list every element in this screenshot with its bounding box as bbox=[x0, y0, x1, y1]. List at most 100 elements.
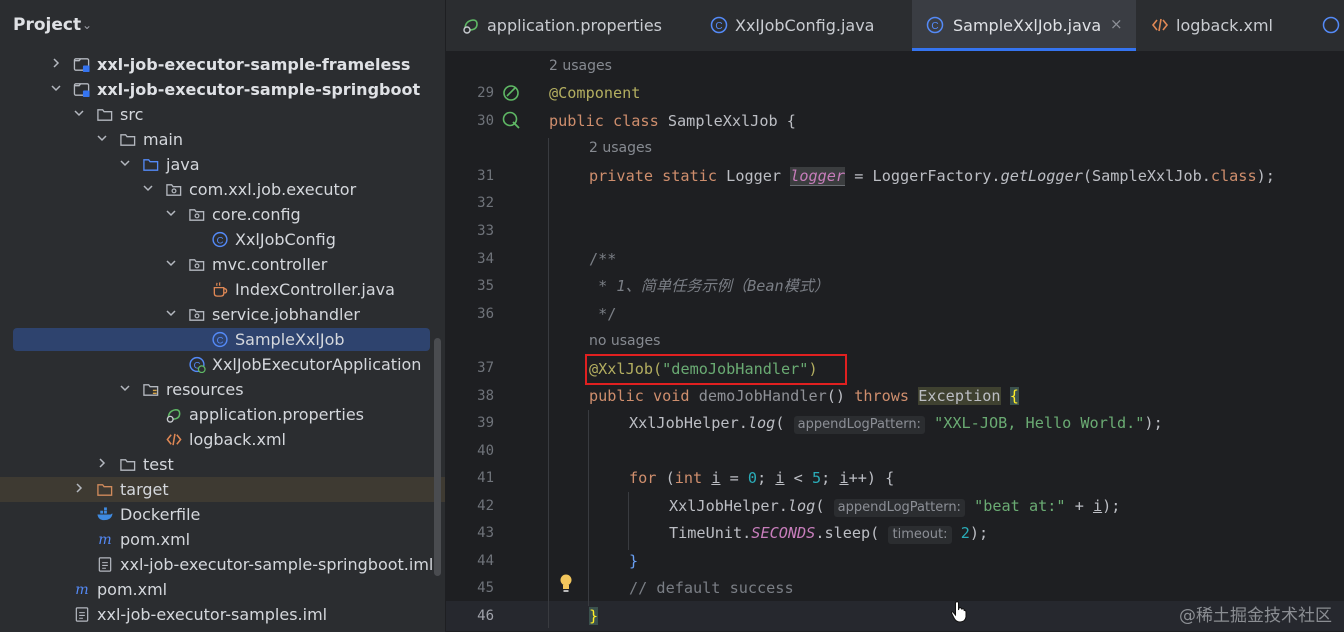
project-title[interactable]: Project bbox=[13, 15, 81, 35]
class-icon: C bbox=[710, 16, 728, 34]
tab-samplexxljob[interactable]: C SampleXxlJob.java × bbox=[912, 0, 1136, 51]
chevron-down-icon[interactable] bbox=[73, 106, 85, 120]
line-number: 30 bbox=[477, 113, 494, 129]
tree-item[interactable]: IndexController.java bbox=[0, 277, 445, 302]
chevron-down-icon[interactable] bbox=[142, 181, 154, 195]
tree-item[interactable]: xxl-job-executor-sample-frameless bbox=[0, 52, 445, 77]
line-number: 41 bbox=[477, 470, 494, 486]
tree-item[interactable]: core.config bbox=[0, 202, 445, 227]
docker-icon bbox=[97, 507, 113, 521]
parameter-hint: appendLogPattern: bbox=[793, 416, 925, 434]
class-icon: C bbox=[212, 331, 228, 348]
spring-bean-gutter-icon[interactable] bbox=[501, 110, 521, 130]
line-number: 31 bbox=[477, 168, 494, 184]
tree-item-label: xxl-job-executor-sample-springboot.iml bbox=[120, 555, 434, 574]
method-token: log bbox=[787, 497, 816, 515]
tab-application-properties[interactable]: application.properties bbox=[446, 0, 696, 51]
tree-item[interactable]: C XxlJobConfig bbox=[0, 227, 445, 252]
tab-xxljobconfig[interactable]: C XxlJobConfig.java bbox=[696, 0, 911, 51]
folder-icon bbox=[97, 109, 113, 121]
tree-item[interactable]: mvc.controller bbox=[0, 252, 445, 277]
code-editor[interactable]: 29 30 31 32 33 34 35 36 37 38 39 40 41 42 43 44 45 46 2 u… bbox=[446, 52, 1344, 632]
close-icon[interactable]: × bbox=[1110, 15, 1123, 33]
chevron-down-icon[interactable]: ⌄ bbox=[82, 18, 92, 32]
tree-item[interactable]: java bbox=[0, 152, 445, 177]
tree-item[interactable]: resources bbox=[0, 377, 445, 402]
usages-hint[interactable]: no usages bbox=[589, 333, 660, 349]
tree-item[interactable]: m pom.xml bbox=[0, 527, 445, 552]
tree-item[interactable]: xxl-job-executor-sample-springboot.iml bbox=[0, 552, 445, 577]
tab-overflow[interactable] bbox=[1318, 0, 1344, 51]
chevron-right-icon[interactable] bbox=[73, 481, 85, 495]
chevron-down-icon[interactable] bbox=[50, 81, 62, 95]
tree-item[interactable]: src bbox=[0, 102, 445, 127]
tree-item[interactable]: application.properties bbox=[0, 402, 445, 427]
tree-item[interactable]: com.xxl.job.executor bbox=[0, 177, 445, 202]
keyword-token: throws bbox=[854, 387, 910, 405]
tree-item[interactable]: xxl-job-executor-sample-springboot bbox=[0, 77, 445, 102]
class-name-token: TimeUnit. bbox=[669, 524, 752, 542]
project-scrollbar[interactable] bbox=[434, 338, 441, 576]
svg-text:C: C bbox=[715, 21, 722, 32]
tree-item[interactable]: main bbox=[0, 127, 445, 152]
tree-item-label: IndexController.java bbox=[235, 280, 395, 299]
number-token: 0 bbox=[747, 469, 758, 487]
usages-hint[interactable]: 2 usages bbox=[589, 140, 652, 156]
punct-token: () bbox=[826, 387, 846, 405]
tree-item[interactable]: xxl-job-executor-samples.iml bbox=[0, 602, 445, 627]
chevron-right-icon[interactable] bbox=[50, 56, 62, 70]
method-token: log bbox=[747, 414, 776, 432]
maven-icon: m bbox=[98, 532, 111, 548]
tab-label: logback.xml bbox=[1176, 16, 1273, 35]
usages-hint[interactable]: 2 usages bbox=[549, 58, 612, 74]
watermark: @稀土掘金技术社区 bbox=[1179, 606, 1332, 626]
chevron-down-icon[interactable] bbox=[119, 156, 131, 170]
chevron-down-icon[interactable] bbox=[96, 131, 108, 145]
spring-bean-gutter-icon[interactable] bbox=[501, 83, 521, 103]
code-line-30: public class SampleXxlJob { bbox=[549, 111, 796, 131]
chevron-right-icon[interactable] bbox=[96, 456, 108, 470]
variable-token: i bbox=[839, 469, 849, 487]
punct-token: ); bbox=[1256, 167, 1275, 185]
tab-logback-xml[interactable]: logback.xml bbox=[1137, 0, 1307, 51]
brace-token: } bbox=[589, 607, 599, 625]
tree-item[interactable]: C XxlJobExecutorApplication bbox=[0, 352, 445, 377]
indent-guide bbox=[548, 138, 549, 628]
keyword-token: public class bbox=[549, 112, 659, 130]
tree-item-label: Dockerfile bbox=[120, 505, 201, 524]
code-line-46: } bbox=[589, 606, 599, 626]
package-icon bbox=[189, 259, 205, 271]
indent-guide bbox=[628, 492, 629, 550]
hand-cursor-icon bbox=[950, 601, 967, 623]
tree-item[interactable]: target bbox=[0, 477, 445, 502]
tree-item-label: resources bbox=[166, 380, 244, 399]
tree-item[interactable]: service.jobhandler bbox=[0, 302, 445, 327]
tree-item-label: service.jobhandler bbox=[212, 305, 360, 324]
tree-item-label: XxlJobExecutorApplication bbox=[212, 355, 422, 374]
tree-item[interactable]: Dockerfile bbox=[0, 502, 445, 527]
tree-item[interactable]: C SampleXxlJob bbox=[0, 327, 445, 352]
operator-token: + bbox=[1065, 497, 1093, 515]
tree-item[interactable]: test bbox=[0, 452, 445, 477]
tree-item-label: core.config bbox=[212, 205, 301, 224]
chevron-down-icon[interactable] bbox=[165, 306, 177, 320]
tree-item[interactable]: m pom.xml bbox=[0, 577, 445, 602]
properties-file-icon bbox=[463, 19, 478, 34]
line-number: 34 bbox=[477, 251, 494, 267]
punct-token: ); bbox=[1144, 414, 1163, 432]
parameter-hint: appendLogPattern: bbox=[833, 499, 965, 517]
chevron-down-icon[interactable] bbox=[119, 381, 131, 395]
class-name-token: LoggerFactory. bbox=[872, 167, 1001, 185]
tree-item[interactable]: logback.xml bbox=[0, 427, 445, 452]
line-number: 45 bbox=[477, 580, 494, 596]
spring-class-icon: C bbox=[189, 356, 206, 373]
operator-token: = bbox=[720, 469, 748, 487]
line-number: 39 bbox=[477, 415, 494, 431]
lightbulb-icon[interactable] bbox=[558, 573, 574, 593]
source-folder-icon bbox=[143, 159, 159, 171]
package-icon bbox=[189, 209, 205, 221]
tree-item-label: xxl-job-executor-sample-frameless bbox=[97, 55, 411, 74]
chevron-down-icon[interactable] bbox=[165, 206, 177, 220]
chevron-down-icon[interactable] bbox=[165, 256, 177, 270]
keyword-token: int bbox=[674, 469, 703, 487]
